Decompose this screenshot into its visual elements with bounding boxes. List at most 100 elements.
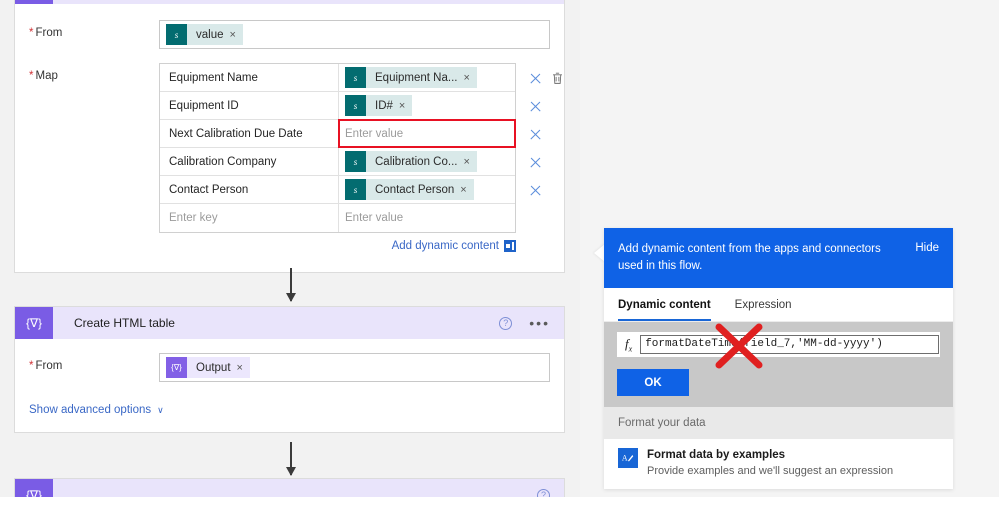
list-item-subtitle: Provide examples and we'll suggest an ex… [647,465,894,477]
delete-map-row-icon[interactable] [529,128,542,141]
sharepoint-token-icon: s [345,179,366,200]
map-key-input[interactable]: Equipment ID [160,92,339,119]
select-action-card-header [15,0,564,4]
next-action-card-header[interactable]: {∇} ? [15,479,564,497]
required-asterisk: * [29,27,34,39]
map-value-input[interactable]: s Contact Person × [339,176,515,203]
html-from-token-remove-icon[interactable]: × [236,362,250,374]
map-row: Enter key Enter value [160,204,515,232]
from-input[interactable]: s value × [159,20,550,49]
delete-map-row-icon[interactable] [529,72,542,85]
flyout-header: Add dynamic content from the apps and co… [604,228,953,288]
select-action-form: ** FromFrom s value × *Map [15,4,564,272]
show-advanced-options-label: Show advanced options [29,404,152,416]
expression-editor-zone: fx formatDateTime(field_7,'MM-dd-yyyy') [604,322,953,369]
map-row: Equipment ID s ID# × [160,92,515,120]
map-row-actions [518,176,542,204]
advanced-options-wrapper: Show advanced options ∨ [29,400,550,418]
map-value-token-remove-icon[interactable]: × [462,156,476,168]
create-html-table-form: * From {∇} Output × Show advanced options… [15,339,564,432]
sharepoint-token-icon: s [166,24,187,45]
map-row: Equipment Name s Equipment Na... × [160,64,562,92]
map-value-token-chip[interactable]: s Equipment Na... × [345,67,477,88]
map-value-token-label: Contact Person [375,183,455,196]
next-card-header-actions: ? [537,488,564,497]
trash-icon[interactable] [550,71,564,85]
map-row: Contact Person s Contact Person × [160,176,515,204]
map-key-input[interactable]: Next Calibration Due Date [160,120,339,147]
map-table: Equipment Name s Equipment Na... × Equipment… [159,63,562,233]
map-value-token-chip[interactable]: s Contact Person × [345,179,474,200]
add-dynamic-content-link[interactable]: Add dynamic content [392,240,499,252]
map-key-input[interactable]: Calibration Company [160,148,339,175]
map-value-token-remove-icon[interactable]: × [459,184,473,196]
expression-field[interactable]: fx formatDateTime(field_7,'MM-dd-yyyy') [617,332,940,357]
format-your-data-section-header: Format your data [604,407,953,439]
map-row-actions [518,148,542,176]
from-token-remove-icon[interactable]: × [229,29,243,41]
help-icon[interactable]: ? [537,488,550,497]
delete-map-row-icon[interactable] [529,156,542,169]
html-from-input[interactable]: {∇} Output × [159,353,550,382]
create-html-table-card: {∇} Create HTML table ? ••• * From {∇} Ou… [14,306,565,433]
expression-input[interactable]: formatDateTime(field_7,'MM-dd-yyyy') [640,335,939,354]
show-advanced-options-button[interactable]: Show advanced options ∨ [29,404,164,416]
flyout-tab-expression[interactable]: Expression [735,288,792,321]
expression-actions: OK [604,369,953,407]
flow-designer-canvas: ** FromFrom s value × *Map [0,0,580,497]
html-from-label: * From [29,360,63,372]
select-action-icon [15,0,53,4]
map-value-token-label: Calibration Co... [375,155,458,168]
map-field-row: * Map Equipment Name s Equipment Na... × Equi… [29,63,562,252]
add-dynamic-content-row: Add dynamic content [159,240,516,252]
html-from-token-label: Output [196,361,231,374]
create-html-table-header[interactable]: {∇} Create HTML table ? ••• [15,307,564,339]
map-row-actions [518,120,542,148]
flyout-tabs: Dynamic content Expression [604,288,953,322]
more-options-icon[interactable]: ••• [529,316,550,330]
map-key-input[interactable]: Enter key [160,204,339,232]
from-token-chip[interactable]: s value × [166,24,243,45]
select-action-card: ** FromFrom s value × *Map [14,0,565,273]
map-field-label: * Map [29,70,58,82]
data-operations-icon: {∇} [15,307,53,339]
dynamic-content-icon[interactable] [504,240,516,252]
map-value-token-remove-icon[interactable]: × [462,72,476,84]
data-operations-token-icon: {∇} [166,357,187,378]
list-item-title: Format data by examples [647,449,786,461]
sharepoint-token-icon: s [345,67,366,88]
delete-map-row-icon[interactable] [529,184,542,197]
from-field-row: ** FromFrom s value × [29,20,550,49]
map-key-input[interactable]: Equipment Name [160,64,339,91]
ok-button[interactable]: OK [617,369,689,396]
delete-map-row-icon[interactable] [529,100,542,113]
flyout-tab-dynamic-content[interactable]: Dynamic content [618,288,711,321]
next-action-card: {∇} ? [14,478,565,497]
map-value-input[interactable]: Enter value [339,204,515,232]
hide-flyout-button[interactable]: Hide [915,241,939,254]
map-value-input[interactable]: s Calibration Co... × [339,148,515,175]
chevron-down-icon: ∨ [157,404,164,415]
map-value-token-chip[interactable]: s Calibration Co... × [345,151,477,172]
help-icon[interactable]: ? [499,316,513,330]
map-value-input[interactable]: s ID# × [339,92,515,119]
flow-connector-arrow-1 [286,268,296,302]
map-row: Calibration Company s Calibration Co... × [160,148,515,176]
html-from-field-row: * From {∇} Output × [29,353,550,382]
map-key-input[interactable]: Contact Person [160,176,339,203]
flyout-header-text: Add dynamic content from the apps and co… [618,243,881,272]
from-field-label: ** FromFrom [29,27,63,39]
map-value-token-chip[interactable]: s ID# × [345,95,413,116]
list-item[interactable]: A Format data by examples Provide examples… [604,439,953,489]
map-value-token-label: Equipment Na... [375,71,458,84]
map-value-input[interactable]: Enter value [338,119,516,148]
map-row-actions [518,92,542,120]
html-from-token-chip[interactable]: {∇} Output × [166,357,250,378]
fx-icon: fx [625,335,633,354]
from-token-label: value [196,28,224,41]
map-row-actions [518,64,564,92]
sharepoint-token-icon: s [345,151,366,172]
map-value-token-remove-icon[interactable]: × [398,100,412,112]
format-data-icon: A [618,448,638,468]
map-value-input[interactable]: s Equipment Na... × [339,64,515,91]
